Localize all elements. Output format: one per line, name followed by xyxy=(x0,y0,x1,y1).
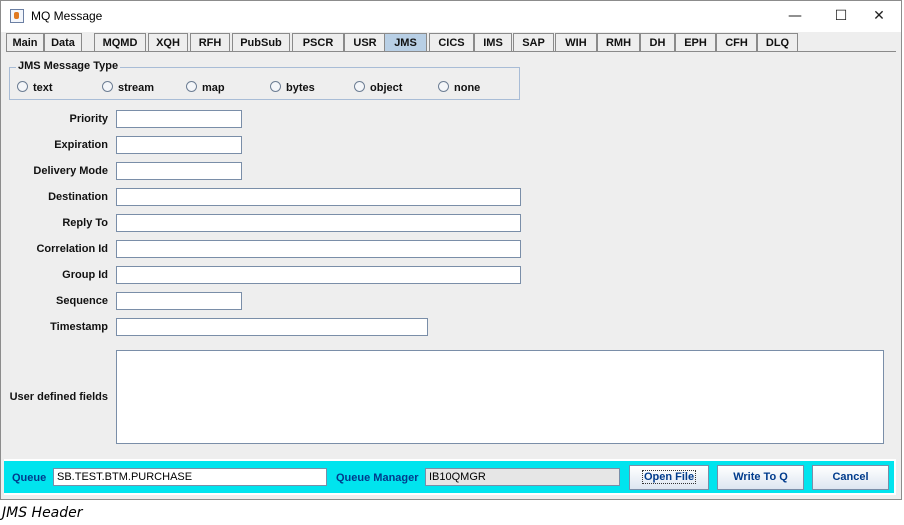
radio-none[interactable]: none xyxy=(438,81,480,95)
destination-label: Destination xyxy=(48,191,108,203)
tab-pscr[interactable]: PSCR xyxy=(292,33,344,51)
radio-label: object xyxy=(370,82,403,94)
tab-pubsub[interactable]: PubSub xyxy=(232,33,290,51)
radio-stream[interactable]: stream xyxy=(102,81,154,95)
write-to-q-button[interactable]: Write To Q xyxy=(717,465,804,490)
radio-bytes[interactable]: bytes xyxy=(270,81,315,95)
priority-label: Priority xyxy=(69,113,108,125)
radio-circle-icon xyxy=(354,81,365,92)
expiration-field[interactable] xyxy=(116,136,242,154)
user-defined-label: User defined fields xyxy=(9,391,108,403)
radio-circle-icon xyxy=(102,81,113,92)
cancel-button[interactable]: Cancel xyxy=(812,465,889,490)
tab-ims[interactable]: IMS xyxy=(474,33,512,51)
timestamp-field[interactable] xyxy=(116,318,428,336)
timestamp-label: Timestamp xyxy=(50,321,108,333)
jms-type-title: JMS Message Type xyxy=(16,60,121,72)
tab-usr[interactable]: USR xyxy=(344,33,386,51)
expiration-label: Expiration xyxy=(54,139,108,151)
queue-label: Queue xyxy=(12,472,47,484)
tab-xqh[interactable]: XQH xyxy=(148,33,188,51)
radio-map[interactable]: map xyxy=(186,81,225,95)
radio-label: bytes xyxy=(286,82,315,94)
radio-label: none xyxy=(454,82,481,94)
tab-main[interactable]: Main xyxy=(6,33,44,51)
sequence-label: Sequence xyxy=(56,295,108,307)
tab-sap[interactable]: SAP xyxy=(513,33,554,51)
correlation-id-label: Correlation Id xyxy=(36,243,108,255)
figure-caption: JMS Header xyxy=(2,505,83,521)
radio-label: stream xyxy=(118,82,155,94)
radio-object[interactable]: object xyxy=(354,81,402,95)
tab-eph[interactable]: EPH xyxy=(675,33,716,51)
radio-circle-icon xyxy=(270,81,281,92)
sequence-field[interactable] xyxy=(116,292,242,310)
java-app-icon xyxy=(10,9,24,23)
title-bar: MQ Message — ☐ ✕ xyxy=(1,1,901,32)
tab-rfh[interactable]: RFH xyxy=(190,33,230,51)
radio-circle-icon xyxy=(17,81,28,92)
correlation-id-field[interactable] xyxy=(116,240,521,258)
destination-field[interactable] xyxy=(116,188,521,206)
tab-data[interactable]: Data xyxy=(44,33,82,51)
tab-cfh[interactable]: CFH xyxy=(716,33,757,51)
tab-rmh[interactable]: RMH xyxy=(597,33,640,51)
open-file-label: Open File xyxy=(641,470,697,484)
queue-input[interactable]: SB.TEST.BTM.PURCHASE xyxy=(53,468,327,486)
radio-label: text xyxy=(33,82,53,94)
radio-circle-icon xyxy=(186,81,197,92)
user-defined-textarea[interactable] xyxy=(116,350,884,444)
tab-jms[interactable]: JMS xyxy=(384,33,427,51)
tab-cics[interactable]: CICS xyxy=(429,33,474,51)
priority-field[interactable] xyxy=(116,110,242,128)
open-file-button[interactable]: Open File xyxy=(629,465,709,490)
delivery-mode-field[interactable] xyxy=(116,162,242,180)
radio-label: map xyxy=(202,82,225,94)
group-id-field[interactable] xyxy=(116,266,521,284)
radio-text[interactable]: text xyxy=(17,81,53,95)
tab-dh[interactable]: DH xyxy=(640,33,675,51)
close-button[interactable]: ✕ xyxy=(856,1,902,32)
reply-to-field[interactable] xyxy=(116,214,521,232)
tab-wih[interactable]: WIH xyxy=(555,33,597,51)
group-id-label: Group Id xyxy=(62,269,108,281)
queue-manager-label: Queue Manager xyxy=(336,472,419,484)
queue-manager-input[interactable]: IB10QMGR xyxy=(425,468,620,486)
tab-dlq[interactable]: DLQ xyxy=(757,33,798,51)
reply-to-label: Reply To xyxy=(62,217,108,229)
tab-mqmd[interactable]: MQMD xyxy=(94,33,146,51)
radio-circle-icon xyxy=(438,81,449,92)
window-title: MQ Message xyxy=(31,9,103,23)
minimize-button[interactable]: — xyxy=(772,1,818,32)
delivery-mode-label: Delivery Mode xyxy=(33,165,108,177)
